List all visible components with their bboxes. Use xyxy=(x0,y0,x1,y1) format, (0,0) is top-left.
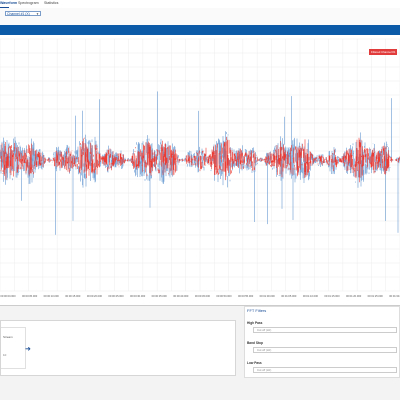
tab-spectrogram[interactable]: Spectrogram xyxy=(18,1,39,5)
high-pass-placeholder: Cut off (Hz) xyxy=(257,328,272,332)
arrow-right-icon[interactable]: ➜ xyxy=(25,345,31,353)
x-tick-label: 00:01:00.000 xyxy=(260,294,276,298)
x-tick-label: 00:01:30.000 xyxy=(389,294,400,298)
x-axis: 00:00:00.000 00:00:05.000 00:00:10.000 00:0… xyxy=(0,294,400,298)
x-tick-label: 00:00:05.000 xyxy=(22,294,38,298)
low-pass-placeholder: Cut off (Hz) xyxy=(257,368,272,372)
chevron-down-icon: ▼ xyxy=(36,12,39,16)
waveform-chart[interactable]: 00:00:00.000 00:00:05.000 00:00:10.000 00:0… xyxy=(0,35,400,305)
fft-title: FFT Filters xyxy=(247,308,267,313)
tab-statistics[interactable]: Statistics xyxy=(44,1,58,5)
tab-bar: Waveform Spectrogram Statistics xyxy=(0,0,400,8)
x-tick-label: 00:01:25.000 xyxy=(368,294,384,298)
high-pass-label: High Pass xyxy=(247,321,263,325)
x-tick-label: 00:01:15.000 xyxy=(324,294,340,298)
low-pass-label: Low Pass xyxy=(247,361,262,365)
header-ribbon xyxy=(0,25,400,35)
stream-card[interactable]: Stream 10 xyxy=(1,327,26,369)
x-tick-label: 00:00:55.000 xyxy=(238,294,254,298)
x-tick-label: 00:00:25.000 xyxy=(108,294,124,298)
x-tick-label: 00:00:45.000 xyxy=(195,294,211,298)
waveform-panel: 00:00:00.000 00:00:05.000 00:00:10.000 00:0… xyxy=(0,35,400,306)
channel-select[interactable]: Channel #1 (X) ▼ xyxy=(5,11,41,16)
fft-filters-panel: FFT Filters High Pass Cut off (Hz) Band … xyxy=(244,306,400,378)
x-tick-label: 00:00:30.000 xyxy=(130,294,146,298)
x-tick-label: 00:00:00.000 xyxy=(0,294,16,298)
x-tick-label: 00:01:10.000 xyxy=(303,294,319,298)
band-stop-label: Band Stop xyxy=(247,341,263,345)
x-tick-label: 00:00:35.000 xyxy=(152,294,168,298)
x-tick-label: 00:00:10.000 xyxy=(44,294,60,298)
x-tick-label: 00:00:20.000 xyxy=(87,294,103,298)
tab-waveform[interactable]: Waveform xyxy=(0,1,17,5)
stream-label: Stream xyxy=(3,335,13,339)
channel-select-value: Channel #1 (X) xyxy=(7,12,30,16)
band-stop-placeholder: Cut off (Hz) xyxy=(257,348,272,352)
x-tick-label: 00:00:15.000 xyxy=(65,294,81,298)
low-pass-input[interactable]: Cut off (Hz) xyxy=(253,367,397,373)
band-stop-input[interactable]: Cut off (Hz) xyxy=(253,347,397,353)
stream-value: 10 xyxy=(3,353,7,357)
x-tick-label: 00:01:20.000 xyxy=(346,294,362,298)
stream-panel: Stream 10 ➜ xyxy=(0,320,236,376)
x-tick-label: 00:00:50.000 xyxy=(216,294,232,298)
toolbar: Channel #1 (X) ▼ xyxy=(0,8,400,26)
x-tick-label: 00:01:05.000 xyxy=(281,294,297,298)
x-tick-label: 00:00:40.000 xyxy=(173,294,189,298)
legend-filtered[interactable]: Filtered Channel #1 xyxy=(369,49,398,55)
high-pass-input[interactable]: Cut off (Hz) xyxy=(253,327,397,333)
